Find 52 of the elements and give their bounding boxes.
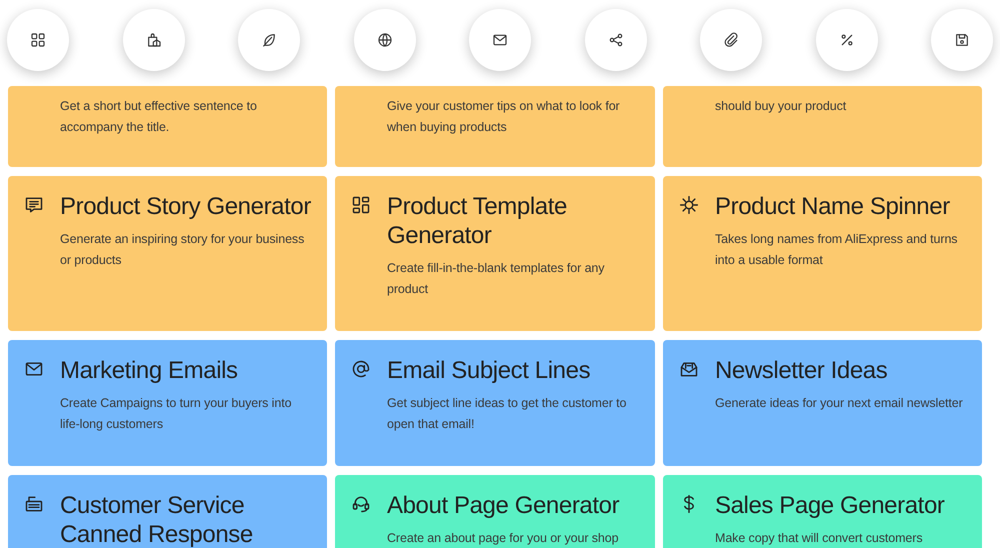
message-icon (24, 195, 44, 215)
shopping-bag-icon (146, 32, 162, 48)
tool-card[interactable]: Get a short but effective sentence to accompany the title. (8, 86, 327, 167)
card-title: Customer Service Canned Response (60, 491, 254, 548)
percent-icon (838, 32, 854, 48)
card-description: Generate an inspiring story for your business or products (60, 231, 306, 269)
tool-card[interactable]: Product Name Spinner Takes long names from AliExpress and turns into a usable format (663, 176, 982, 331)
tool-card[interactable]: Give your customer tips on what to look for when buying products (335, 86, 655, 167)
at-sign-icon (351, 359, 371, 379)
feather-icon (261, 32, 277, 48)
toolbar-button[interactable] (931, 9, 993, 71)
card-description: Get a short but effective sentence to accompany the title. (60, 98, 258, 136)
tool-card[interactable]: About Page Generator Create an about page for you or your shop (335, 475, 655, 548)
globe-icon (376, 32, 392, 48)
card-title: Product Story Generator (60, 192, 311, 221)
card-title: Product Name Spinner (715, 192, 951, 221)
tool-card[interactable]: Product Template Generator Create fill-in-the-blank templates for any product (335, 176, 655, 331)
cash-register-icon (24, 494, 44, 514)
card-title: Sales Page Generator (715, 491, 944, 520)
tool-card[interactable]: Newsletter Ideas Generate ideas for your next email newsletter (663, 340, 982, 466)
card-title: Marketing Emails (60, 356, 239, 385)
card-description: Create fill-in-the-blank templates for any product (387, 260, 606, 298)
tool-card[interactable]: Sales Page Generator Make copy that will convert customers (663, 475, 982, 548)
card-description: Create Campaigns to turn your buyers into life-long customers (60, 395, 292, 433)
save-icon (954, 32, 970, 48)
tool-card[interactable]: Marketing Emails Create Campaigns to turn your buyers into life-long customers (8, 340, 327, 466)
card-title: Newsletter Ideas (715, 356, 888, 385)
card-description: Make copy that will convert customers (715, 530, 924, 547)
card-title: Email Subject Lines (387, 356, 592, 385)
grid-icon (30, 32, 46, 48)
tool-card[interactable]: Product Story Generator Generate an inspiring story for your business or products (8, 176, 327, 331)
card-description: Takes long names from AliExpress and turns into a usable format (715, 231, 958, 269)
toolbar-button[interactable] (700, 9, 762, 71)
paperclip-icon (723, 32, 739, 48)
tool-card[interactable]: Customer Service Canned Response (8, 475, 327, 548)
toolbar-button[interactable] (7, 9, 69, 71)
envelope-icon (492, 32, 508, 48)
card-description: Generate ideas for your next email newsletter (715, 395, 963, 412)
tool-card[interactable]: Email Subject Lines Get subject line ideas to get the customer to open that email! (335, 340, 655, 466)
toolbar-button[interactable] (238, 9, 300, 71)
card-title: Product Template Generator (387, 192, 568, 250)
card-description: should buy your product (715, 98, 846, 115)
tool-card[interactable]: should buy your product (663, 86, 982, 167)
headset-icon (351, 494, 371, 514)
card-title: About Page Generator (387, 491, 620, 520)
toolbar-button[interactable] (469, 9, 531, 71)
card-description: Give your customer tips on what to look for when buying products (387, 98, 621, 136)
card-description: Create an about page for you or your shop (387, 530, 620, 547)
sun-icon (679, 195, 699, 215)
share-icon (608, 32, 624, 48)
card-description: Get subject line ideas to get the customer to open that email! (387, 395, 628, 433)
layout-icon (351, 195, 371, 215)
